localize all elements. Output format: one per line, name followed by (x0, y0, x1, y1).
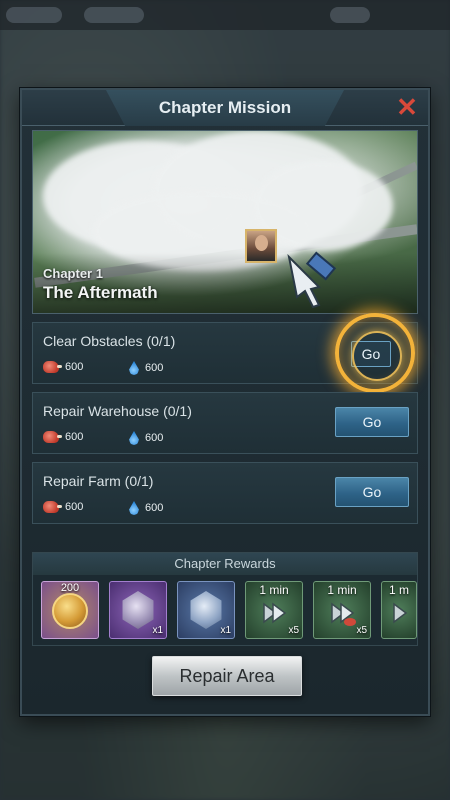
purple-medal-icon (122, 591, 154, 629)
meat-reward: 600 (43, 431, 83, 443)
reward-count: x5 (356, 625, 367, 636)
go-button[interactable]: Go (335, 407, 409, 437)
meat-reward: 600 (43, 361, 83, 373)
meat-icon (43, 431, 62, 443)
repair-area-button[interactable]: Repair Area (152, 656, 302, 696)
highlight-ring-inner (352, 331, 402, 381)
reward-duration: 1 min (327, 583, 357, 597)
chapter-banner: Chapter 1 The Aftermath (32, 130, 418, 314)
water-icon (129, 361, 139, 375)
chapter-number: Chapter 1 (43, 266, 103, 281)
reward-duration: 1 min (259, 583, 289, 597)
chapter-rewards: Chapter Rewards 200 x1 x1 1 min x5 1 min (32, 552, 418, 646)
meat-amount: 600 (65, 431, 84, 443)
water-reward: 600 (129, 501, 163, 515)
reward-item-speedup[interactable]: 1 min x5 (245, 581, 303, 639)
food-speedup-icon (331, 602, 356, 626)
top-resource-bar (0, 0, 450, 30)
pointer-hand-icon (287, 251, 337, 309)
reward-item-purple-medal[interactable]: x1 (109, 581, 167, 639)
reward-item-food-speedup[interactable]: 1 min x5 (313, 581, 371, 639)
chapter-mission-dialog: Chapter Mission ✕ Chapter 1 The Aftermat… (20, 88, 430, 716)
meat-icon (43, 501, 62, 513)
meat-reward: 600 (43, 501, 83, 513)
reward-count: x1 (220, 625, 231, 636)
reward-count: 200 (60, 582, 80, 594)
close-icon[interactable]: ✕ (394, 94, 420, 120)
resource-slot (84, 7, 144, 23)
blue-medal-icon (190, 591, 222, 629)
reward-count: x1 (152, 625, 163, 636)
reward-item-blue-medal[interactable]: x1 (177, 581, 235, 639)
chapter-name: The Aftermath (43, 283, 158, 302)
mission-label: Repair Farm (0/1) (43, 473, 154, 489)
commander-avatar (245, 229, 277, 263)
meat-amount: 600 (65, 361, 84, 373)
mission-row: Repair Farm (0/1) 600 600 Go (32, 462, 418, 524)
mission-row: Repair Warehouse (0/1) 600 600 Go (32, 392, 418, 454)
reward-item-speedup-partial[interactable]: 1 m (381, 581, 417, 639)
meat-icon (43, 361, 62, 373)
water-amount: 600 (145, 502, 164, 514)
rewards-header: Chapter Rewards (33, 553, 417, 575)
resource-slot (6, 7, 62, 23)
resource-slot (330, 7, 370, 23)
meat-amount: 600 (65, 501, 84, 513)
go-button[interactable]: Go (335, 477, 409, 507)
mission-label: Clear Obstacles (0/1) (43, 333, 176, 349)
water-amount: 600 (145, 432, 164, 444)
mission-row: Clear Obstacles (0/1) 600 600 Go (32, 313, 418, 393)
water-icon (129, 431, 139, 445)
water-reward: 600 (129, 431, 163, 445)
water-reward: 600 (129, 361, 163, 375)
reward-duration: 1 m (388, 583, 409, 597)
gold-coin-icon (52, 593, 88, 629)
reward-item-gold-coin[interactable]: 200 (41, 581, 99, 639)
dialog-title-bar: Chapter Mission ✕ (22, 90, 428, 126)
dialog-title: Chapter Mission (158, 98, 292, 117)
reward-count: x5 (288, 625, 299, 636)
mission-label: Repair Warehouse (0/1) (43, 403, 192, 419)
speedup-icon (263, 602, 287, 624)
speedup-icon (393, 602, 408, 624)
water-icon (129, 501, 139, 515)
water-amount: 600 (145, 362, 164, 374)
